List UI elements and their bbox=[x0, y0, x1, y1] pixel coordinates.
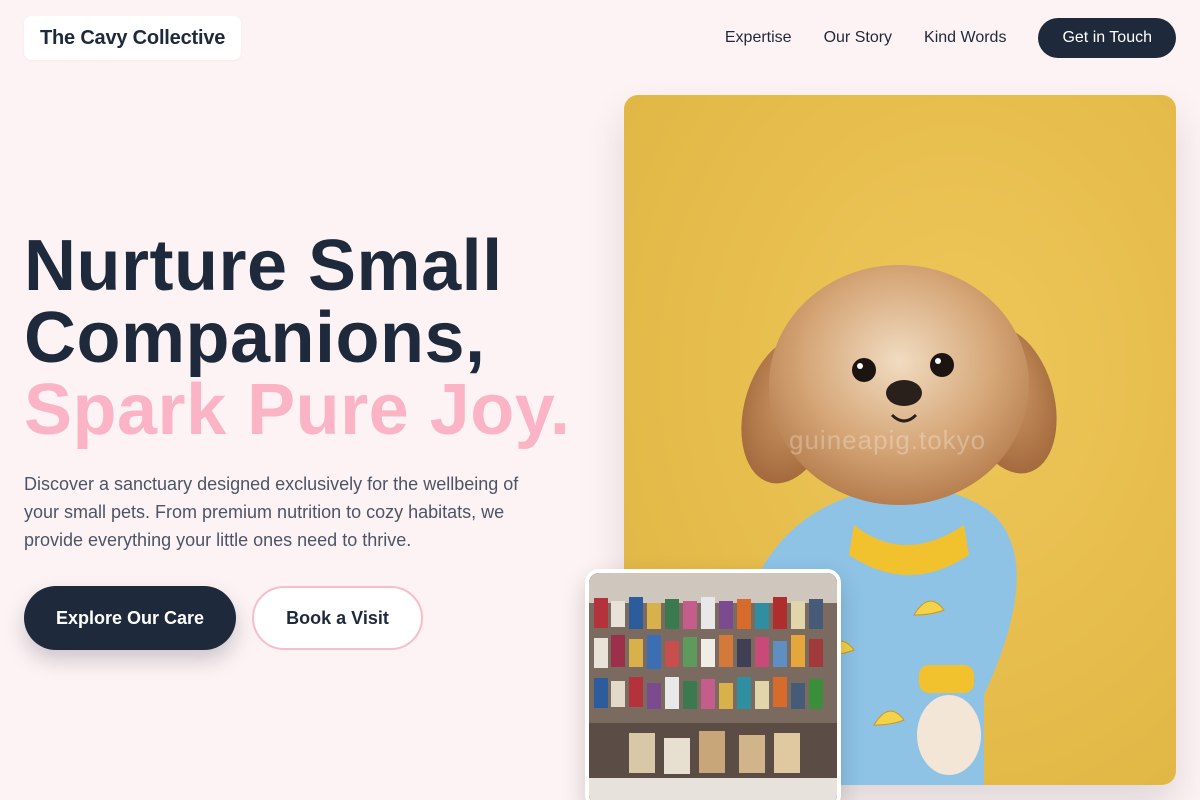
hero-title-line-2: Companions, bbox=[24, 298, 486, 378]
book-a-visit-button[interactable]: Book a Visit bbox=[252, 586, 423, 650]
brand-logo[interactable]: The Cavy Collective bbox=[24, 16, 242, 60]
nav-link-our-story[interactable]: Our Story bbox=[824, 29, 892, 47]
landing-page: The Cavy Collective Expertise Our Story … bbox=[0, 0, 1200, 800]
get-in-touch-button[interactable]: Get in Touch bbox=[1038, 18, 1176, 58]
inset-shop-photo bbox=[585, 569, 841, 800]
nav-link-expertise[interactable]: Expertise bbox=[725, 29, 792, 47]
hero-title-accent: Spark Pure Joy. bbox=[24, 370, 571, 450]
main-nav: Expertise Our Story Kind Words Get in To… bbox=[725, 18, 1176, 58]
hero-title-line-1: Nurture Small bbox=[24, 226, 503, 306]
nav-link-kind-words[interactable]: Kind Words bbox=[924, 29, 1006, 47]
hero-title: Nurture Small Companions, Spark Pure Joy… bbox=[24, 230, 570, 446]
shop-shelves-illustration bbox=[589, 573, 837, 800]
photo-watermark: guineapig.tokyo bbox=[789, 425, 987, 455]
explore-our-care-button[interactable]: Explore Our Care bbox=[24, 586, 236, 650]
hero-description: Discover a sanctuary designed exclusivel… bbox=[24, 474, 519, 550]
